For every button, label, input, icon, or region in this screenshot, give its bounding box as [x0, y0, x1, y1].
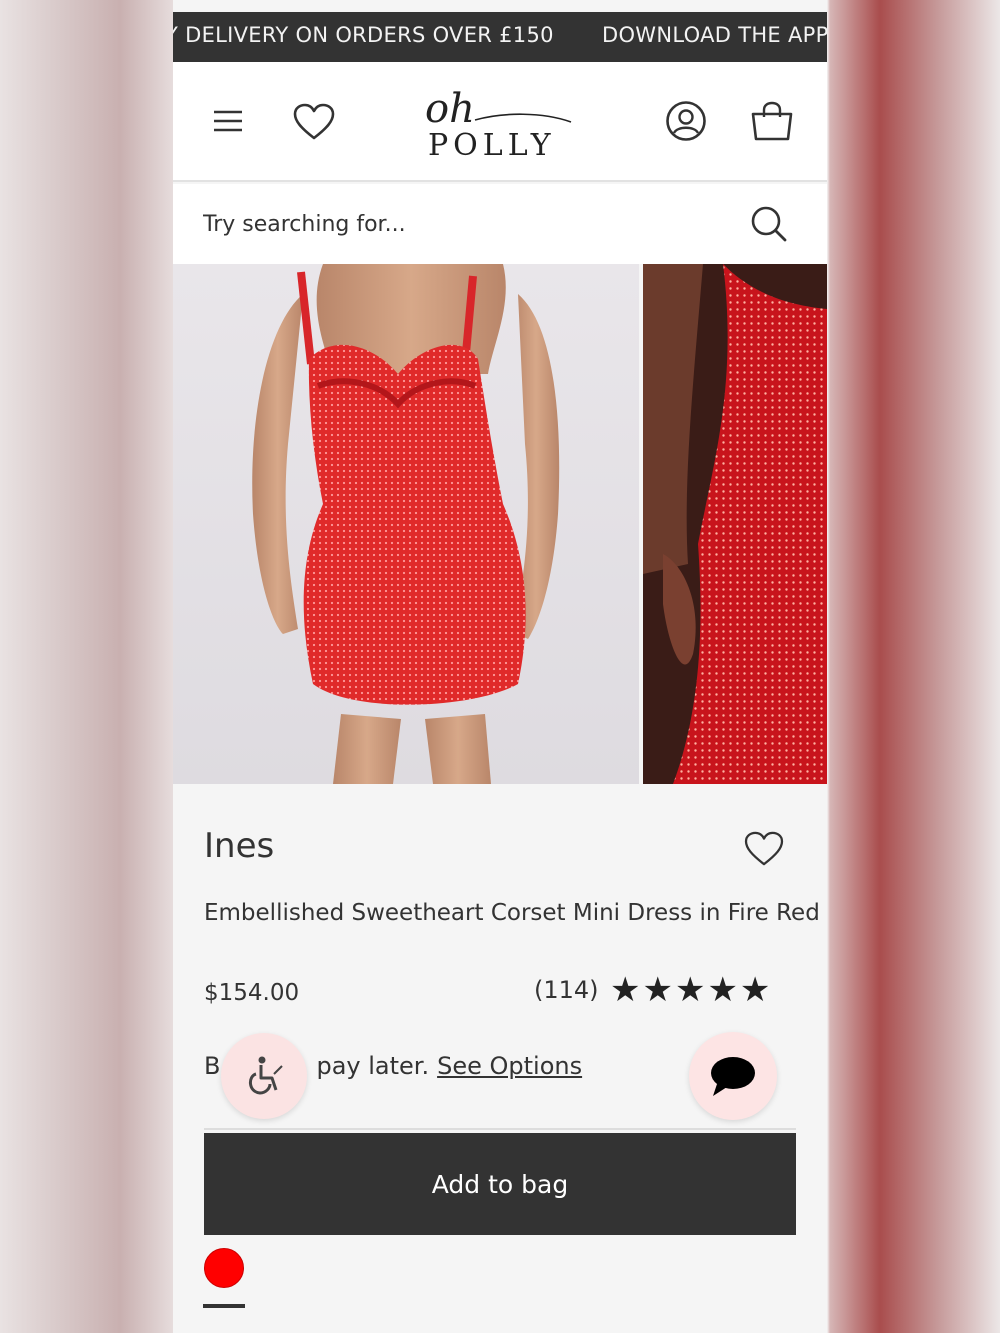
divider: [204, 1128, 796, 1130]
review-count[interactable]: (114): [534, 976, 599, 1004]
site-header: oh POLLY: [173, 62, 827, 182]
promo-app-text[interactable]: DOWNLOAD THE APP: [602, 23, 827, 47]
accessibility-icon: [249, 1056, 283, 1095]
see-options-link[interactable]: See Options: [437, 1052, 582, 1080]
selected-swatch-indicator: [203, 1304, 245, 1308]
product-description: Embellished Sweetheart Corset Mini Dress…: [204, 900, 820, 926]
search-bar: [173, 184, 827, 264]
wishlist-heart-icon[interactable]: [741, 828, 787, 870]
phone-screen: Y DELIVERY ON ORDERS OVER £150 DOWNLOAD …: [173, 0, 827, 1333]
svg-text:oh: oh: [425, 86, 475, 132]
pay-later-text: pay later.: [316, 1052, 430, 1080]
accessibility-button[interactable]: [221, 1033, 307, 1119]
bag-icon[interactable]: [749, 98, 795, 144]
rating-stars[interactable]: ★★★★★: [610, 970, 772, 1010]
chat-button[interactable]: [689, 1032, 777, 1120]
product-photo-main[interactable]: [173, 264, 639, 784]
product-price: $154.00: [204, 980, 300, 1006]
search-input[interactable]: [203, 204, 723, 244]
search-icon[interactable]: [749, 204, 789, 244]
brand-logo[interactable]: oh POLLY: [423, 82, 573, 163]
promo-banner[interactable]: Y DELIVERY ON ORDERS OVER £150 DOWNLOAD …: [173, 12, 827, 62]
logo-wordmark: POLLY: [428, 128, 556, 163]
product-name: Ines: [204, 826, 275, 866]
product-photo-secondary[interactable]: [643, 264, 827, 784]
pay-later-prefix: B: [204, 1052, 221, 1080]
menu-icon[interactable]: [209, 102, 247, 140]
product-gallery[interactable]: [173, 264, 827, 784]
add-to-bag-button[interactable]: Add to bag: [204, 1133, 796, 1235]
color-swatch-red[interactable]: [204, 1248, 244, 1288]
heart-icon[interactable]: [291, 100, 337, 144]
product-info: Ines Embellished Sweetheart Corset Mini …: [173, 784, 827, 1333]
promo-delivery-text: Y DELIVERY ON ORDERS OVER £150: [173, 23, 554, 47]
logo-script-mark: oh: [425, 86, 572, 132]
chat-bubble-icon: [711, 1057, 755, 1096]
account-icon[interactable]: [663, 98, 709, 144]
